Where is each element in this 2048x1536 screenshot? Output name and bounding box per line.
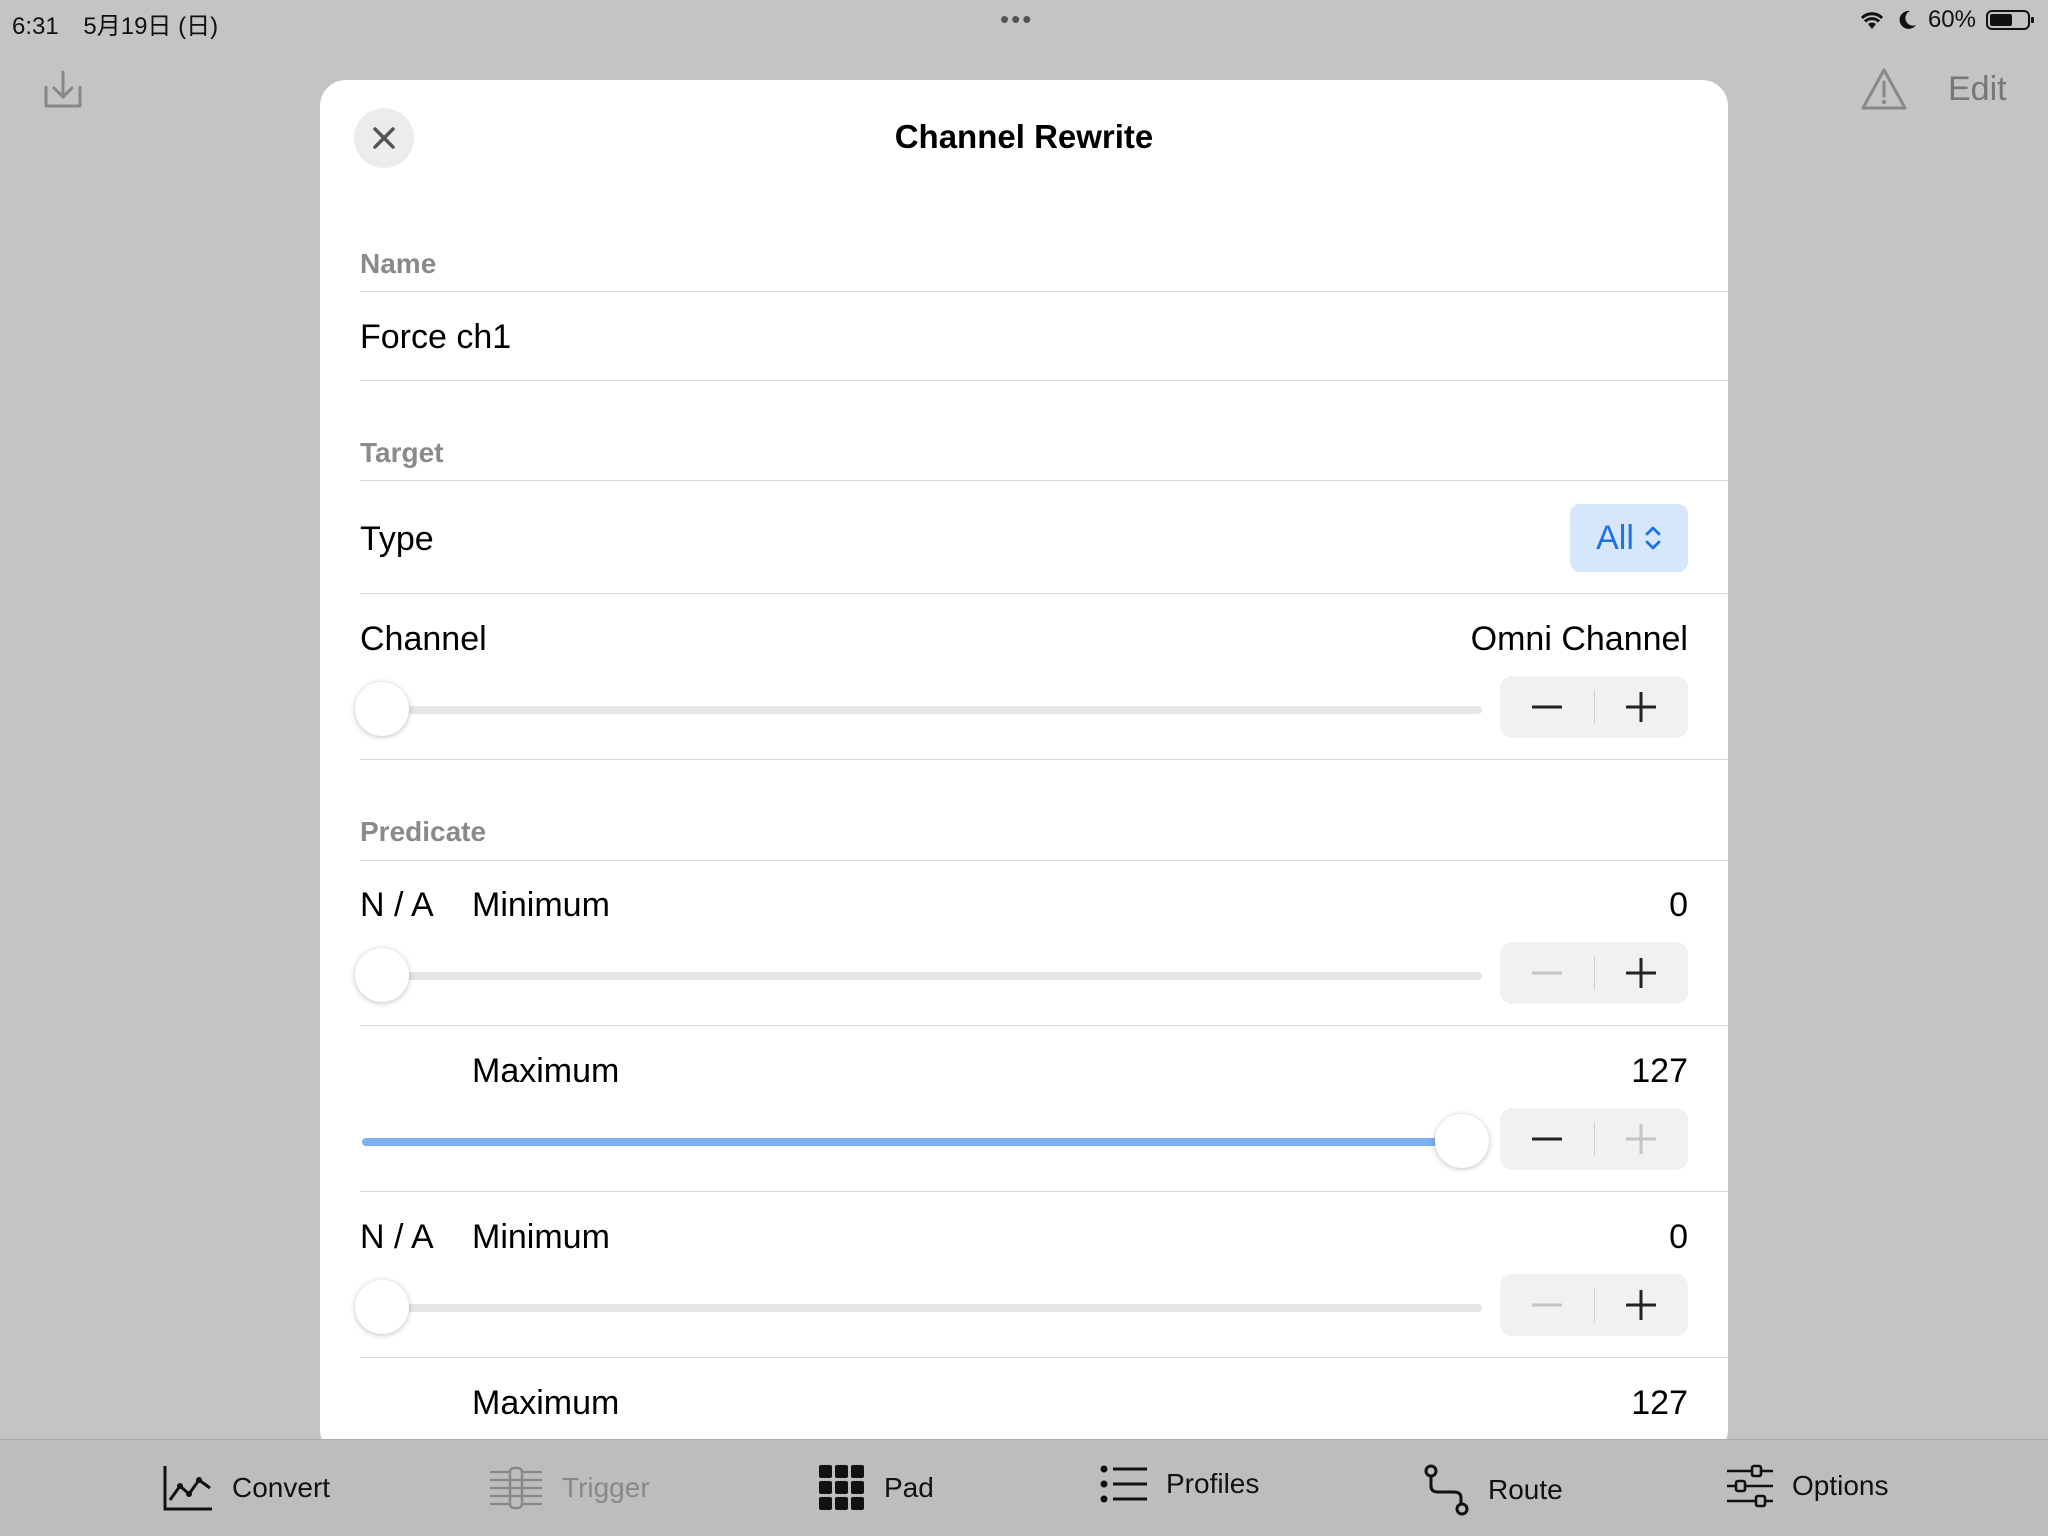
increment-button[interactable] xyxy=(1595,1274,1689,1336)
increment-button[interactable] xyxy=(1595,676,1689,738)
channel-rewrite-sheet: Channel Rewrite Name Force ch1 Target Ty… xyxy=(320,80,1728,1456)
minimum-label: Minimum xyxy=(472,886,610,924)
divider xyxy=(360,1357,1728,1358)
divider xyxy=(360,1191,1728,1192)
divider xyxy=(360,759,1728,760)
divider xyxy=(360,860,1728,861)
sliders-vertical-icon xyxy=(490,1466,542,1510)
warning-icon[interactable] xyxy=(1860,66,1908,112)
route-icon xyxy=(1424,1464,1469,1516)
maximum-stepper[interactable] xyxy=(1500,1108,1688,1170)
wifi-icon xyxy=(1860,12,1884,29)
increment-button[interactable] xyxy=(1595,1108,1689,1170)
type-select-value: All xyxy=(1596,518,1634,557)
minimum-stepper[interactable] xyxy=(1500,1274,1688,1336)
minus-icon xyxy=(1531,971,1562,975)
multitasking-dots[interactable]: ••• xyxy=(1000,4,1033,35)
status-time: 6:31 xyxy=(12,13,59,40)
maximum-value: 127 xyxy=(1631,1052,1688,1090)
status-bar-left: 6:31 5月19日 (日) xyxy=(12,6,236,41)
tab-label: Profiles xyxy=(1166,1468,1260,1499)
tab-label: Trigger xyxy=(562,1472,650,1503)
tab-route[interactable]: Route xyxy=(1424,1464,1563,1516)
increment-button[interactable] xyxy=(1595,942,1689,1004)
tab-label: Route xyxy=(1488,1474,1563,1505)
battery-icon xyxy=(1986,10,2034,30)
list-icon xyxy=(1100,1465,1147,1503)
slider-thumb[interactable] xyxy=(355,948,409,1002)
grid-icon xyxy=(819,1465,864,1510)
plus-icon xyxy=(1626,692,1657,722)
na-toggle[interactable]: N / A xyxy=(360,1218,434,1257)
channel-stepper[interactable] xyxy=(1500,676,1688,738)
minimum-slider[interactable] xyxy=(355,948,1482,1002)
slider-fill xyxy=(362,1138,1462,1146)
chevron-up-down-icon xyxy=(1645,526,1661,550)
slider-thumb[interactable] xyxy=(355,682,409,736)
maximum-label: Maximum xyxy=(472,1384,620,1422)
type-label: Type xyxy=(360,520,434,558)
status-bar-right: 60% xyxy=(1858,6,2034,34)
minimum-stepper[interactable] xyxy=(1500,942,1688,1004)
divider xyxy=(360,380,1728,381)
slider-thumb[interactable] xyxy=(1435,1114,1489,1168)
minimum-label: Minimum xyxy=(472,1218,610,1256)
na-toggle[interactable]: N / A xyxy=(360,886,434,925)
minus-icon xyxy=(1531,1137,1562,1141)
name-section-header: Name xyxy=(360,248,437,279)
divider xyxy=(360,1025,1728,1026)
divider xyxy=(360,480,1728,481)
tab-options[interactable]: Options xyxy=(1726,1464,1889,1508)
channel-value: Omni Channel xyxy=(1470,620,1688,658)
predicate-section-header: Predicate xyxy=(360,816,487,847)
channel-slider[interactable] xyxy=(355,682,1482,736)
tab-pad[interactable]: Pad xyxy=(818,1464,934,1512)
minus-icon xyxy=(1531,1303,1562,1307)
moon-icon xyxy=(1899,10,1916,29)
tab-label: Convert xyxy=(232,1472,331,1503)
decrement-button[interactable] xyxy=(1500,942,1594,1004)
tab-convert[interactable]: Convert xyxy=(162,1464,330,1512)
divider xyxy=(360,593,1728,594)
chart-line-icon xyxy=(163,1466,212,1511)
tab-label: Pad xyxy=(884,1472,934,1503)
tab-bar: Convert Trigger Pad Profiles Route Optio… xyxy=(0,1439,2048,1536)
type-select[interactable]: All xyxy=(1570,504,1688,572)
import-icon[interactable] xyxy=(40,66,86,112)
status-date: 5月19日 (日) xyxy=(83,13,219,40)
target-section-header: Target xyxy=(360,437,444,468)
minimum-value: 0 xyxy=(1669,1218,1688,1256)
minus-icon xyxy=(1531,705,1562,709)
divider xyxy=(360,291,1728,292)
tab-trigger[interactable]: Trigger xyxy=(488,1464,650,1512)
maximum-label: Maximum xyxy=(472,1052,620,1090)
name-field[interactable]: Force ch1 xyxy=(360,318,511,357)
sheet-title: Channel Rewrite xyxy=(894,118,1154,155)
maximum-value: 127 xyxy=(1631,1384,1688,1422)
channel-label: Channel xyxy=(360,620,487,658)
maximum-slider[interactable] xyxy=(362,1114,1489,1168)
tab-label: Options xyxy=(1792,1470,1889,1501)
minimum-slider[interactable] xyxy=(355,1280,1482,1334)
plus-icon xyxy=(1626,1290,1657,1320)
decrement-button[interactable] xyxy=(1500,1108,1594,1170)
decrement-button[interactable] xyxy=(1500,676,1594,738)
plus-icon xyxy=(1626,958,1657,988)
minimum-value: 0 xyxy=(1669,886,1688,924)
battery-percent: 60% xyxy=(1927,6,1976,33)
edit-button[interactable]: Edit xyxy=(1948,70,2007,109)
slider-thumb[interactable] xyxy=(355,1280,409,1334)
sliders-horizontal-icon xyxy=(1727,1464,1773,1508)
tab-profiles[interactable]: Profiles xyxy=(1100,1464,1259,1504)
plus-icon xyxy=(1626,1124,1657,1154)
decrement-button[interactable] xyxy=(1500,1274,1594,1336)
